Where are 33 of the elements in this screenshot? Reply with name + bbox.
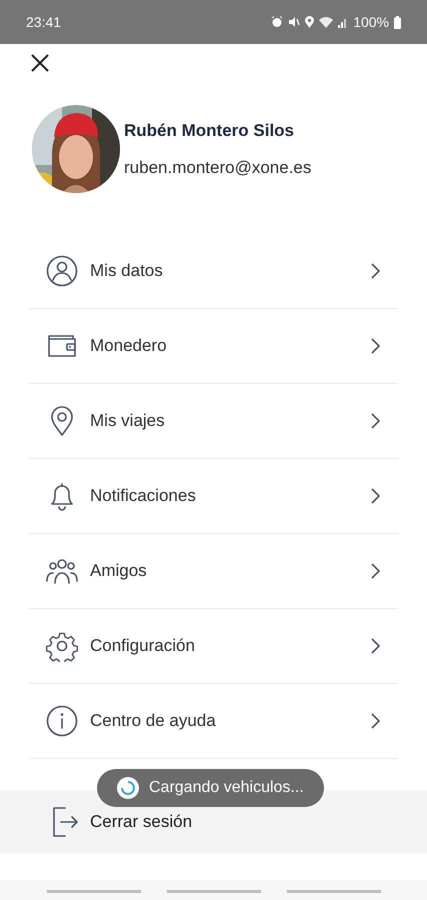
mute-icon [288,16,300,28]
wifi-icon [319,16,334,28]
user-icon [46,255,78,287]
chevron-right-icon [370,413,380,429]
home-handle[interactable] [166,890,260,892]
menu-item[interactable]: Mis datos [28,234,398,309]
exit-icon [51,805,79,839]
info-icon [46,705,78,737]
alarm-icon [271,16,284,28]
chevron-right-icon [370,263,380,279]
menu-item[interactable]: Mis viajes [28,384,398,459]
battery-level: 100% [353,14,389,30]
settings-icon [46,630,78,662]
clock-time: 23:41 [26,14,62,30]
user-name: Rubén Montero Silos [124,120,295,140]
chevron-right-icon [370,713,380,729]
recent-apps-handle[interactable] [46,890,140,892]
menu-item[interactable]: Amigos [28,534,398,609]
menu-item[interactable]: Centro de ayuda [28,684,398,759]
menu-item[interactable]: Notificaciones [28,459,398,534]
location-icon [305,16,314,28]
loading-spinner-icon [117,777,139,799]
close-button[interactable] [31,54,49,72]
battery-icon [394,16,401,28]
chevron-right-icon [370,338,380,354]
back-handle[interactable] [286,890,380,892]
menu-item[interactable]: Monedero [28,309,398,384]
menu-item[interactable]: Configuración [28,609,398,684]
chevron-right-icon [370,638,380,654]
chevron-right-icon [370,488,380,504]
signal-icon [338,16,348,28]
chevron-right-icon [370,563,380,579]
user-email: ruben.montero@xone.es [124,158,312,178]
